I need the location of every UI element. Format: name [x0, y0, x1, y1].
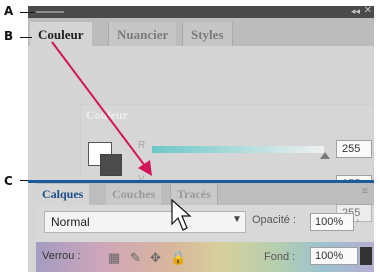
drag-arrow — [51, 41, 152, 176]
pointer-arrow-icon — [171, 198, 192, 231]
annotation-overlay — [51, 41, 192, 231]
